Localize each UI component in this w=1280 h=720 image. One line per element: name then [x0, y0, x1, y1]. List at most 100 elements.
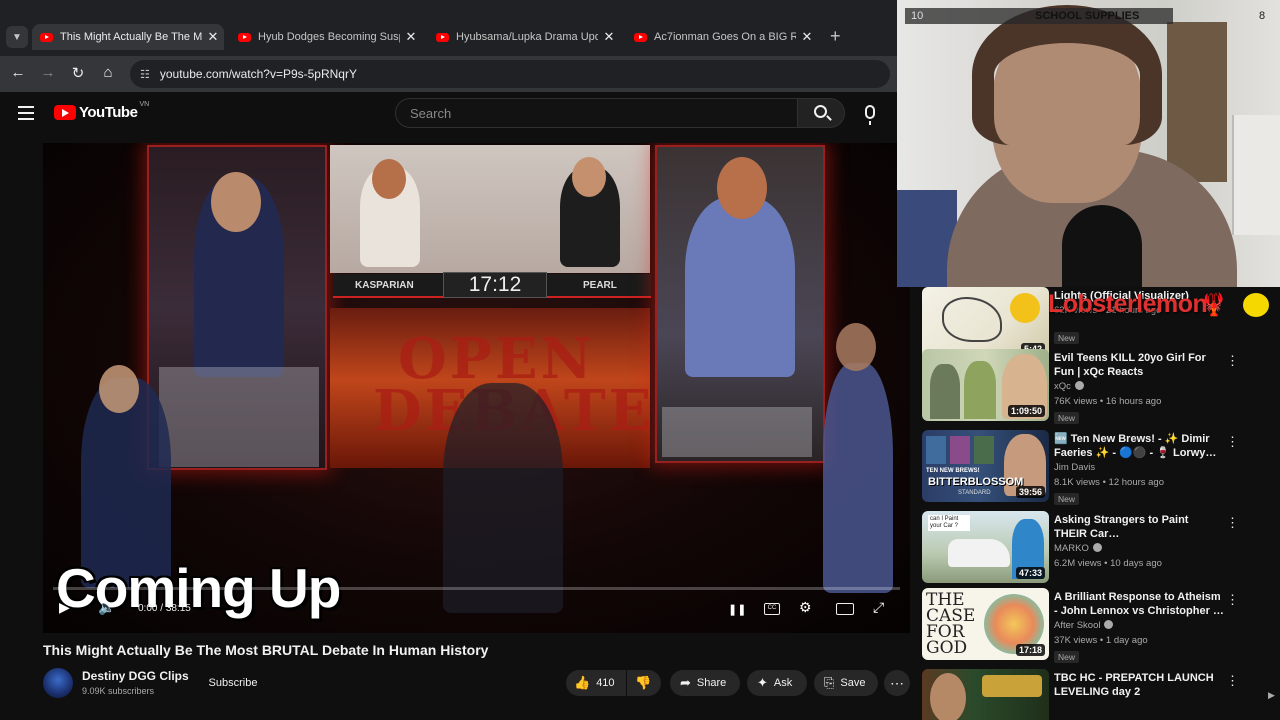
- sparkle-icon: ✦: [757, 675, 768, 690]
- recommendation-item[interactable]: 1:09:50 Evil Teens KILL 20yo Girl For Fu…: [922, 349, 1272, 427]
- video-progress-bar[interactable]: [53, 587, 900, 590]
- recommendation-title[interactable]: TBC HC - PREPATCH LAUNCH LEVELING day 2: [1054, 671, 1224, 699]
- channel-name[interactable]: Destiny DGG Clips: [82, 669, 189, 683]
- dislike-button[interactable]: 👎: [627, 670, 661, 696]
- more-options-icon[interactable]: ⋮: [1226, 592, 1239, 608]
- volume-icon[interactable]: 🔈: [98, 599, 115, 616]
- new-tab-plus-icon[interactable]: +: [830, 26, 841, 47]
- more-options-icon[interactable]: ⋮: [1226, 353, 1239, 369]
- verified-check-icon: [1104, 620, 1114, 629]
- url-text: youtube.com/watch?v=P9s-5pRNqrY: [159, 67, 357, 81]
- video-thumbnail[interactable]: [922, 669, 1049, 720]
- close-tab-icon[interactable]: ✕: [796, 29, 818, 45]
- more-options-icon[interactable]: ⋮: [1226, 673, 1239, 689]
- foreground-right-head: [836, 323, 876, 371]
- lemon-icon: [1243, 293, 1269, 317]
- browser-tab-3[interactable]: Hyubsama/Lupka Drama Updat ✕: [428, 24, 620, 50]
- video-thumbnail[interactable]: 1:09:50: [922, 349, 1049, 421]
- tab-search-dropdown-icon[interactable]: ▼: [6, 26, 28, 48]
- play-icon[interactable]: ▶: [59, 599, 70, 616]
- settings-gear-icon[interactable]: ⚙: [799, 599, 812, 616]
- thumbnail-game-logo: [982, 675, 1042, 697]
- forward-arrow-icon[interactable]: →: [38, 64, 58, 81]
- recommendation-item[interactable]: TEN NEW BREWS! BITTERBLOSSOM STANDARD 39…: [922, 430, 1272, 508]
- captions-icon[interactable]: CC: [764, 603, 780, 615]
- recommendation-channel[interactable]: MARKO: [1054, 543, 1102, 554]
- recommendation-channel[interactable]: Jim Davis: [1054, 462, 1095, 473]
- hamburger-menu-icon[interactable]: [18, 106, 34, 124]
- thumbs-up-icon: 👍: [574, 675, 591, 690]
- browser-tab-4[interactable]: Ac7ionman Goes On a BIG Ran ✕: [626, 24, 818, 50]
- ask-button[interactable]: ✦ Ask: [747, 670, 807, 696]
- recommendation-title[interactable]: 🆕 Ten New Brews! - ✨ Dimir Faeries ✨ - 🔵…: [1054, 432, 1224, 460]
- recommendation-title[interactable]: A Brilliant Response to Atheism - John L…: [1054, 590, 1224, 618]
- recommendation-meta: 8.1K views • 12 hours ago: [1054, 477, 1165, 488]
- thumbnail-caption: can I Paint your Car ?: [928, 515, 970, 531]
- more-options-icon[interactable]: ⋮: [1226, 434, 1239, 450]
- tab-title: This Might Actually Be The Mo: [60, 31, 202, 43]
- logo-text: YouTube: [79, 104, 138, 121]
- time-current: 0:00: [138, 603, 158, 614]
- banner-left-name: KASPARIAN: [355, 280, 414, 291]
- theater-mode-icon[interactable]: [836, 603, 854, 615]
- new-badge: New: [1054, 412, 1080, 424]
- youtube-logo[interactable]: YouTube VN: [54, 101, 149, 121]
- microphone-icon[interactable]: [865, 105, 875, 125]
- browser-tab-2[interactable]: Hyub Dodges Becoming Suspe ✕: [230, 24, 422, 50]
- tab-title: Hyubsama/Lupka Drama Updat: [456, 31, 598, 43]
- recommendation-channel[interactable]: xQc: [1054, 381, 1084, 392]
- webcam-left-count: 10: [911, 10, 924, 22]
- streamer-name-overlay: Lobsterlemon: [1048, 290, 1208, 318]
- like-button[interactable]: 👍 410: [566, 670, 626, 696]
- video-player[interactable]: KASPARIAN 17:12 PEARL OPEN DEBATE Coming…: [43, 143, 910, 633]
- close-tab-icon[interactable]: ✕: [598, 29, 620, 45]
- like-count: 410: [596, 677, 615, 689]
- video-thumbnail[interactable]: THE CASE FOR GOD 17:18: [922, 588, 1049, 660]
- video-thumbnail[interactable]: TEN NEW BREWS! BITTERBLOSSOM STANDARD 39…: [922, 430, 1049, 502]
- site-info-icon[interactable]: ☷: [140, 68, 150, 81]
- youtube-play-logo-icon: [54, 105, 76, 120]
- youtube-favicon-icon: [436, 32, 449, 42]
- more-horizontal-icon: ⋯: [890, 674, 904, 691]
- webcam-door: [1167, 22, 1227, 182]
- browser-tab-1[interactable]: This Might Actually Be The Mo ✕: [32, 24, 224, 50]
- browser-tab-bar: ▼ This Might Actually Be The Mo ✕ Hyub D…: [0, 0, 897, 56]
- close-tab-icon[interactable]: ✕: [400, 29, 422, 45]
- center-speaker-figure: [443, 383, 563, 613]
- share-button[interactable]: ➦ Share: [670, 670, 740, 696]
- recommendation-item[interactable]: can I Paint your Car ? 47:33 Asking Stra…: [922, 511, 1272, 589]
- channel-avatar[interactable]: [43, 668, 73, 698]
- webcam-banner-text: SCHOOL SUPPLIES: [1035, 10, 1140, 22]
- ask-label: Ask: [773, 677, 793, 689]
- more-options-icon[interactable]: ⋮: [1226, 515, 1239, 531]
- home-icon[interactable]: ⌂: [98, 64, 118, 81]
- search-input[interactable]: [410, 105, 797, 121]
- left-podium: [159, 367, 319, 467]
- recommendation-title[interactable]: Asking Strangers to Paint THEIR Car…: [1054, 513, 1224, 541]
- center-left-head: [372, 159, 406, 199]
- recommendation-meta: 6.2M views • 10 days ago: [1054, 558, 1162, 569]
- reload-icon[interactable]: ↻: [68, 64, 88, 82]
- bookmark-icon: ⎘: [824, 675, 835, 690]
- subscribe-button[interactable]: Subscribe: [198, 671, 268, 695]
- webcam-overlay: 10 SCHOOL SUPPLIES 8: [897, 0, 1280, 287]
- video-thumbnail[interactable]: can I Paint your Car ? 47:33: [922, 511, 1049, 583]
- fullscreen-icon[interactable]: ⤢: [873, 599, 884, 616]
- search-box: [395, 98, 798, 128]
- more-actions-button[interactable]: ⋯: [884, 670, 910, 696]
- save-button[interactable]: ⎘ Save: [814, 670, 878, 696]
- url-field[interactable]: ☷ youtube.com/watch?v=P9s-5pRNqrY: [130, 60, 890, 88]
- back-arrow-icon[interactable]: ←: [8, 64, 28, 81]
- recommendation-item[interactable]: TBC HC - PREPATCH LAUNCH LEVELING day 2 …: [922, 669, 1272, 720]
- pause-toggle-icon[interactable]: ❚❚: [728, 603, 746, 616]
- recommendation-item[interactable]: THE CASE FOR GOD 17:18 A Brilliant Respo…: [922, 588, 1272, 666]
- close-tab-icon[interactable]: ✕: [202, 29, 224, 45]
- recommendation-meta: 37K views • 1 day ago: [1054, 635, 1148, 646]
- recommendation-channel[interactable]: After Skool: [1054, 620, 1114, 631]
- banner-right-name: PEARL: [583, 280, 617, 291]
- verified-check-icon: [1074, 381, 1084, 390]
- duration-badge: 17:18: [1015, 644, 1045, 656]
- search-button[interactable]: [797, 98, 845, 128]
- recommendation-title[interactable]: Evil Teens KILL 20yo Girl For Fun | xQc …: [1054, 351, 1224, 379]
- scroll-down-arrow-icon[interactable]: ▶: [1268, 690, 1275, 701]
